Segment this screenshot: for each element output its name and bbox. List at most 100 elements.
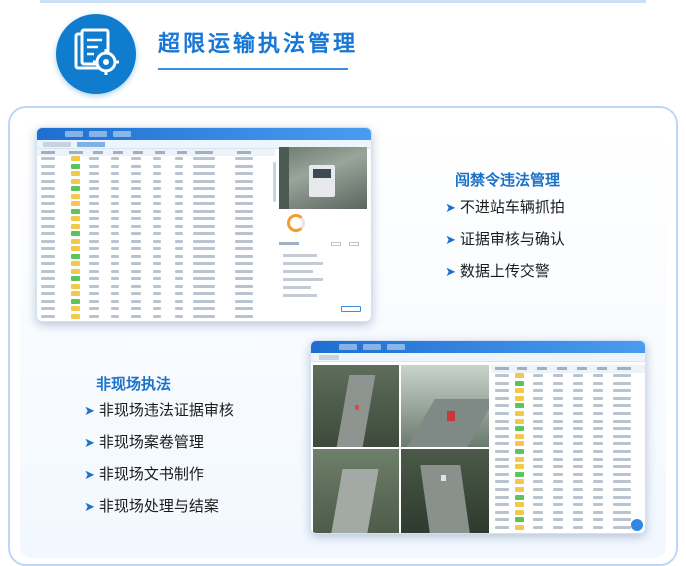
restriction-item: ➤ 数据上传交警 <box>445 262 550 280</box>
table-row[interactable] <box>495 494 645 500</box>
status-badge <box>515 456 524 462</box>
status-badge <box>515 479 524 485</box>
table-row[interactable] <box>495 449 645 454</box>
arrow-icon: ➤ <box>445 265 456 280</box>
status-badge <box>515 509 524 515</box>
status-badge <box>71 276 80 281</box>
table-row[interactable] <box>495 373 645 378</box>
status-badge <box>71 313 80 319</box>
status-badge <box>515 464 524 470</box>
status-badge <box>515 373 524 378</box>
table-row[interactable] <box>41 186 277 191</box>
table-row[interactable] <box>41 216 277 221</box>
table-row[interactable] <box>41 171 277 176</box>
video-feed-1 <box>313 365 399 447</box>
app-titlebar <box>37 128 371 140</box>
table-row[interactable] <box>41 306 277 311</box>
table-row[interactable] <box>41 283 277 289</box>
top-divider <box>40 0 646 3</box>
status-badge <box>71 298 80 304</box>
table-rows <box>37 156 273 321</box>
status-badge <box>515 395 524 401</box>
table-row[interactable] <box>41 208 277 214</box>
table-row[interactable] <box>495 433 645 439</box>
table-row[interactable] <box>495 464 645 470</box>
table-row[interactable] <box>495 388 645 394</box>
table-row[interactable] <box>41 178 277 184</box>
status-badge <box>71 186 80 191</box>
table-row[interactable] <box>495 471 645 477</box>
table-row[interactable] <box>41 201 277 206</box>
chat-icon[interactable] <box>631 519 643 531</box>
status-badge <box>71 246 80 251</box>
status-badge <box>515 433 524 439</box>
offsite-item: ➤ 非现场案卷管理 <box>84 433 204 451</box>
status-badge <box>515 487 524 492</box>
table-row[interactable] <box>41 313 277 319</box>
table-row[interactable] <box>41 253 277 259</box>
table-row[interactable] <box>41 231 277 236</box>
status-badge <box>515 441 524 447</box>
table-rows <box>491 373 641 533</box>
restriction-section-title: 闯禁令违法管理 <box>455 171 561 189</box>
table-row[interactable] <box>41 298 277 304</box>
offsite-section-title: 非现场执法 <box>96 375 172 393</box>
status-badge <box>71 306 80 311</box>
table-row[interactable] <box>41 276 277 281</box>
table-row[interactable] <box>495 395 645 401</box>
restriction-item: ➤ 不进站车辆抓拍 <box>445 198 565 216</box>
table-row[interactable] <box>41 291 277 296</box>
status-badge <box>71 223 80 229</box>
info-panel <box>279 238 369 318</box>
table-row[interactable] <box>495 426 645 432</box>
status-badge <box>515 403 524 409</box>
table-row[interactable] <box>495 525 645 530</box>
offsite-item: ➤ 非现场违法证据审核 <box>84 401 234 419</box>
title-underline <box>158 68 348 70</box>
table-row[interactable] <box>495 411 645 416</box>
status-badge <box>71 238 80 244</box>
table-row[interactable] <box>495 502 645 508</box>
status-badge <box>71 261 80 266</box>
table-row[interactable] <box>41 246 277 251</box>
table-row[interactable] <box>495 418 645 424</box>
video-feed-3 <box>313 449 399 533</box>
status-badge <box>71 193 80 199</box>
table-row[interactable] <box>41 156 277 161</box>
table-row[interactable] <box>41 268 277 274</box>
table-row[interactable] <box>495 456 645 462</box>
table-row[interactable] <box>495 403 645 409</box>
table-row[interactable] <box>495 487 645 492</box>
status-badge <box>71 156 80 161</box>
table-row[interactable] <box>495 479 645 485</box>
table-row[interactable] <box>495 509 645 515</box>
table-row[interactable] <box>41 223 277 229</box>
status-badge <box>71 178 80 184</box>
table-row[interactable] <box>41 261 277 266</box>
offsite-item: ➤ 非现场处理与结案 <box>84 497 219 515</box>
status-badge <box>71 291 80 296</box>
table-row[interactable] <box>41 193 277 199</box>
table-row[interactable] <box>41 163 277 169</box>
status-badge <box>515 449 524 454</box>
app-tabbar <box>311 353 645 362</box>
status-badge <box>515 380 524 386</box>
status-badge <box>71 283 80 289</box>
submit-button[interactable] <box>341 306 361 312</box>
status-badge <box>515 471 524 477</box>
status-badge <box>515 418 524 424</box>
status-badge <box>515 388 524 394</box>
truck-photo <box>279 147 367 209</box>
restriction-item: ➤ 证据审核与确认 <box>445 230 565 248</box>
status-badge <box>71 216 80 221</box>
status-badge <box>515 517 524 523</box>
table-row[interactable] <box>495 441 645 447</box>
offsite-app-screenshot <box>310 340 646 534</box>
progress-ring <box>287 214 305 232</box>
status-badge <box>71 268 80 274</box>
table-row[interactable] <box>41 238 277 244</box>
table-row[interactable] <box>495 380 645 386</box>
table-row[interactable] <box>495 517 645 523</box>
video-feed-4 <box>401 449 489 533</box>
status-badge <box>515 411 524 416</box>
